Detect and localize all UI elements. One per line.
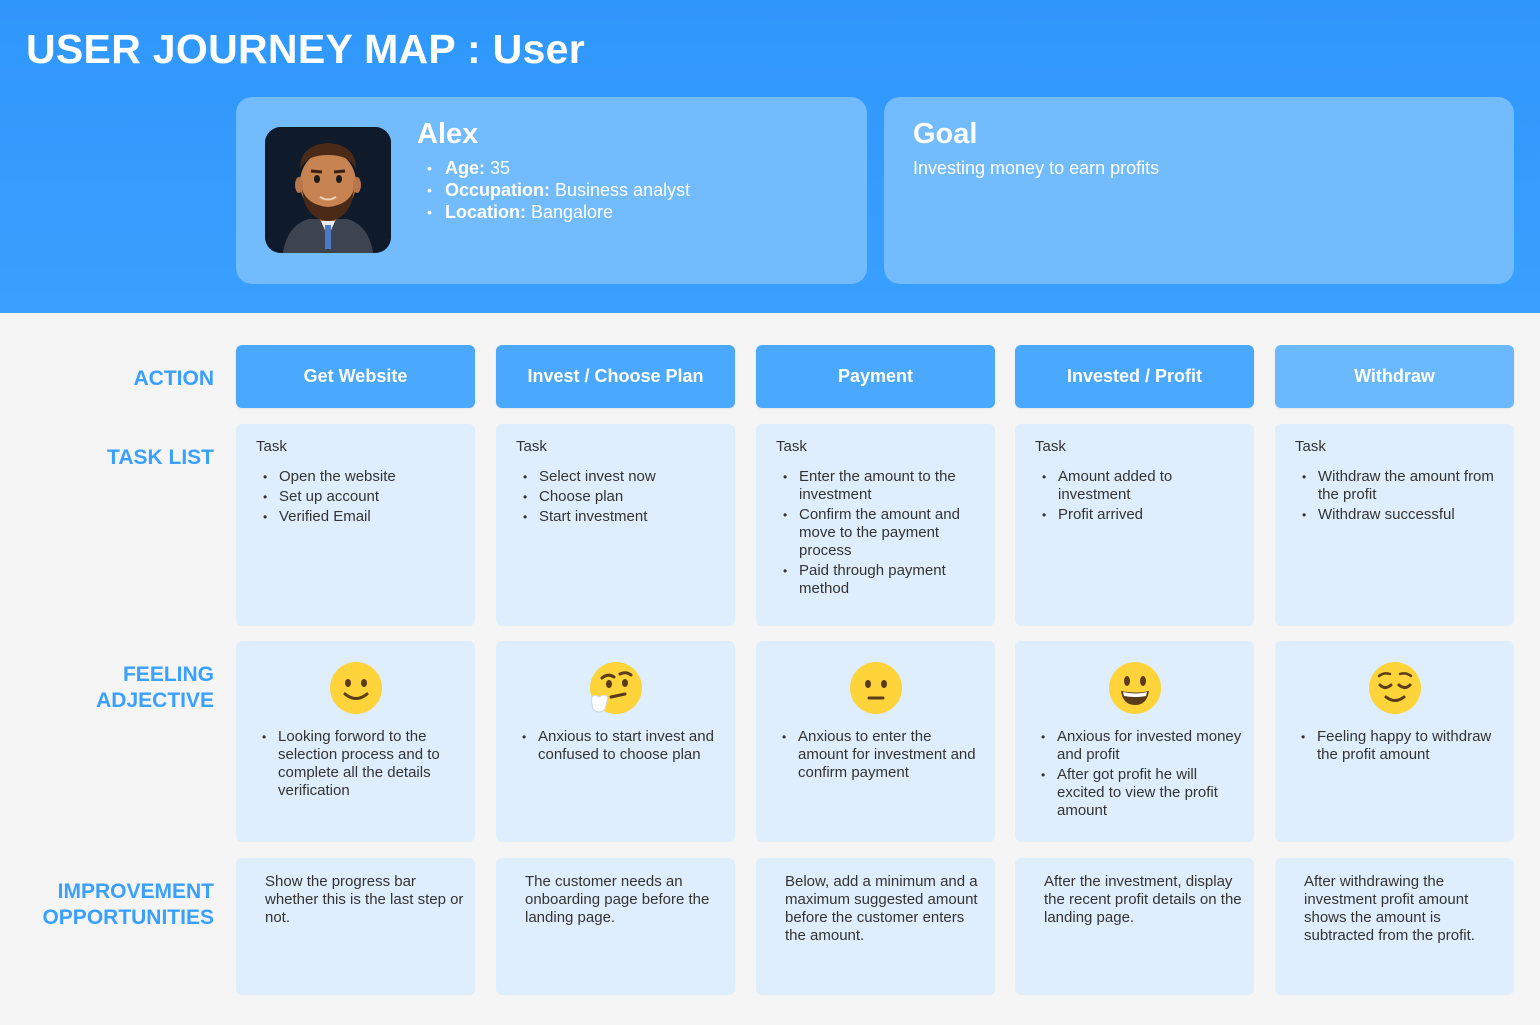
location-label: Location: (445, 202, 526, 222)
improvement-card-invest-choose-plan: The customer needs an onboarding page be… (496, 858, 735, 995)
feeling-list: Looking forword to the selection process… (259, 728, 464, 802)
task-card-get-website: Task Open the website Set up account Ver… (236, 424, 475, 626)
list-item: Set up account (260, 488, 460, 506)
action-invested-profit: Invested / Profit (1015, 345, 1254, 408)
task-card-payment: Task Enter the amount to the investment … (756, 424, 995, 626)
list-item: Anxious for invested money and profit (1038, 728, 1243, 764)
feeling-list: Anxious to enter the amount for investme… (779, 728, 984, 784)
avatar-illustration (265, 127, 391, 253)
feeling-card-invested-profit: Anxious for invested money and profit Af… (1015, 641, 1254, 842)
list-item: Open the website (260, 468, 460, 486)
persona-location: Location: Bangalore (427, 201, 690, 223)
action-get-website: Get Website (236, 345, 475, 408)
improvement-text: Below, add a minimum and a maximum sugge… (785, 873, 978, 944)
row-label-improvement-line2: OPPORTUNITIES (42, 906, 214, 929)
occupation-label: Occupation: (445, 180, 551, 200)
list-item: Profit arrived (1039, 506, 1239, 524)
avatar (265, 127, 391, 253)
feeling-card-withdraw: Feeling happy to withdraw the profit amo… (1275, 641, 1514, 842)
action-payment: Payment (756, 345, 995, 408)
feeling-card-payment: Anxious to enter the amount for investme… (756, 641, 995, 842)
feeling-list: Anxious for invested money and profit Af… (1038, 728, 1243, 822)
improvement-text: After the investment, display the recent… (1044, 873, 1242, 926)
persona-details: Age: 35 Occupation: Business analyst Loc… (427, 157, 690, 223)
task-heading: Task (1035, 438, 1066, 455)
list-item: After got profit he will excited to view… (1038, 766, 1243, 820)
neutral-face-icon (850, 662, 902, 714)
list-item: Withdraw successful (1299, 506, 1499, 524)
task-list: Withdraw the amount from the profit With… (1299, 468, 1499, 526)
list-item: Verified Email (260, 508, 460, 526)
list-item: Select invest now (520, 468, 720, 486)
list-item: Feeling happy to withdraw the profit amo… (1298, 728, 1503, 764)
row-label-improvement-line1: IMPROVEMENT (57, 880, 214, 903)
goal-text: Investing money to earn profits (913, 158, 1160, 178)
feeling-list: Anxious to start invest and confused to … (519, 728, 724, 766)
list-item: Choose plan (520, 488, 720, 506)
row-label-improvement: IMPROVEMENT OPPORTUNITIES (42, 879, 214, 931)
header-banner: USER JOURNEY MAP : User Alex • Age: 35 •… (0, 0, 1540, 313)
task-card-invested-profit: Task Amount added to investment Profit a… (1015, 424, 1254, 626)
task-card-invest-choose-plan: Task Select invest now Choose plan Start… (496, 424, 735, 626)
improvement-card-withdraw: After withdrawing the investment profit … (1275, 858, 1514, 995)
feeling-card-invest-choose-plan: Anxious to start invest and confused to … (496, 641, 735, 842)
improvement-text: The customer needs an onboarding page be… (525, 873, 710, 926)
list-item: Confirm the amount and move to the payme… (780, 506, 980, 560)
persona-occupation: Occupation: Business analyst (427, 179, 690, 201)
page-title: USER JOURNEY MAP : User (26, 26, 586, 72)
task-list: Select invest now Choose plan Start inve… (520, 468, 720, 528)
task-heading: Task (1295, 438, 1326, 455)
persona-card: Alex Age: 35 Occupation: Business analys… (236, 97, 867, 284)
task-heading: Task (776, 438, 807, 455)
row-label-feeling: FEELING ADJECTIVE (96, 662, 214, 714)
occupation-value: Business analyst (550, 180, 691, 200)
persona-age: Age: 35 (427, 157, 690, 179)
row-label-feeling-line2: ADJECTIVE (96, 689, 214, 712)
action-invest-choose-plan: Invest / Choose Plan (496, 345, 735, 408)
slightly-smiling-face-icon (330, 662, 382, 714)
improvement-text: Show the progress bar whether this is th… (265, 873, 464, 926)
list-item: Withdraw the amount from the profit (1299, 468, 1499, 504)
task-card-withdraw: Task Withdraw the amount from the profit… (1275, 424, 1514, 626)
task-list: Open the website Set up account Verified… (260, 468, 460, 528)
thinking-face-icon (590, 662, 642, 714)
improvement-card-payment: Below, add a minimum and a maximum sugge… (756, 858, 995, 995)
list-item: Anxious to start invest and confused to … (519, 728, 724, 764)
grinning-face-icon (1109, 662, 1161, 714)
task-list: Enter the amount to the investment Confi… (780, 468, 980, 600)
task-heading: Task (516, 438, 547, 455)
row-label-task-list: TASK LIST (107, 446, 214, 469)
goal-card: Goal Investing money to earn profits (884, 97, 1514, 284)
task-heading: Task (256, 438, 287, 455)
improvement-card-invested-profit: After the investment, display the recent… (1015, 858, 1254, 995)
age-label: Age: (445, 158, 485, 178)
feeling-list: Feeling happy to withdraw the profit amo… (1298, 728, 1503, 766)
relieved-face-icon (1369, 662, 1421, 714)
list-item: Amount added to investment (1039, 468, 1239, 504)
goal-title: Goal (913, 118, 978, 150)
location-value: Bangalore (526, 202, 614, 222)
list-item: Paid through payment method (780, 562, 980, 598)
improvement-card-get-website: Show the progress bar whether this is th… (236, 858, 475, 995)
age-value: 35 (485, 158, 511, 178)
task-list: Amount added to investment Profit arrive… (1039, 468, 1239, 526)
list-item: Looking forword to the selection process… (259, 728, 464, 800)
improvement-text: After withdrawing the investment profit … (1304, 873, 1475, 944)
feeling-card-get-website: Looking forword to the selection process… (236, 641, 475, 842)
list-item: Enter the amount to the investment (780, 468, 980, 504)
row-label-feeling-line1: FEELING (122, 663, 214, 686)
list-item: Start investment (520, 508, 720, 526)
row-label-action: ACTION (133, 367, 215, 390)
action-withdraw: Withdraw (1275, 345, 1514, 408)
list-item: Anxious to enter the amount for investme… (779, 728, 984, 782)
persona-name: Alex (417, 118, 479, 150)
